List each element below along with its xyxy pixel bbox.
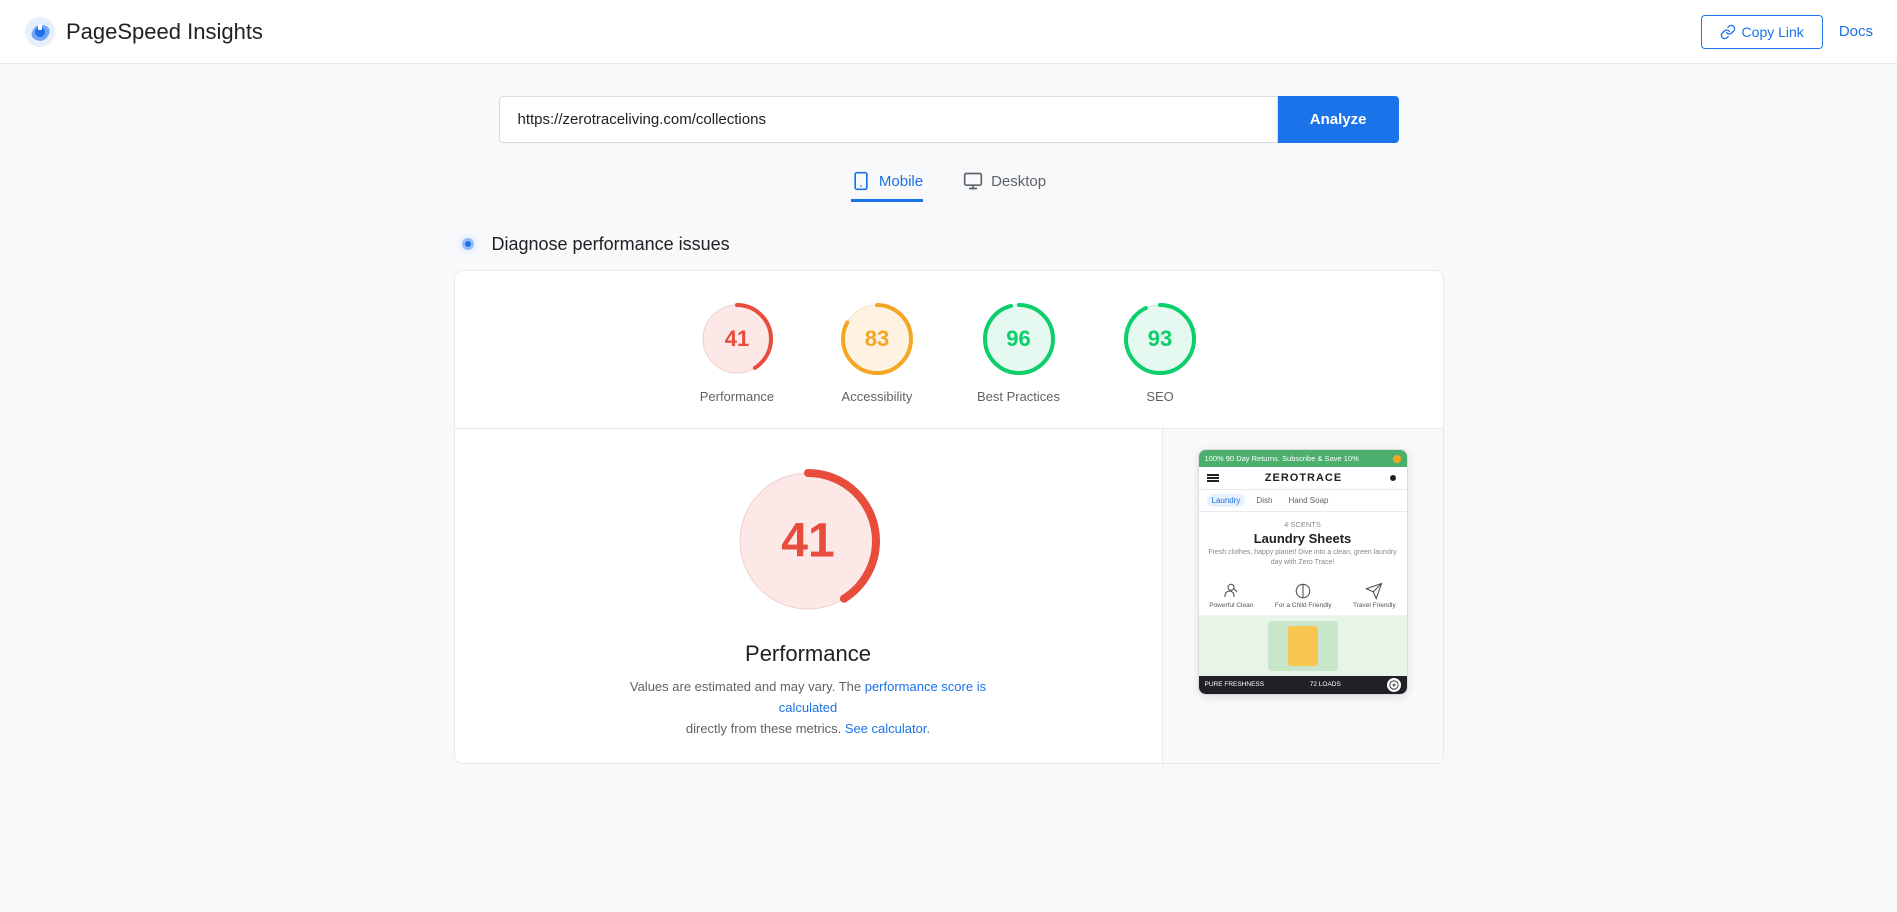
screenshot-panel: 100% 90 Day Returns. Subscribe & Save 10…: [1163, 429, 1443, 763]
phone-category-tabs: Laundry Dish Hand Soap: [1199, 490, 1407, 512]
score-value-best-practices: 96: [1006, 326, 1030, 352]
performance-note: Values are estimated and may vary. The p…: [628, 677, 988, 739]
copy-link-label: Copy Link: [1742, 24, 1804, 40]
big-score-value: 41: [781, 514, 834, 569]
score-value-accessibility: 83: [865, 326, 889, 352]
main-content: Analyze Mobile Desktop: [0, 64, 1897, 764]
circle-best-practices: 96: [979, 299, 1059, 379]
circle-performance: 41: [697, 299, 777, 379]
performance-detail: 41 Performance Values are estimated and …: [455, 429, 1163, 763]
big-circle-performance: 41: [728, 461, 888, 621]
circle-seo: 93: [1120, 299, 1200, 379]
phone-tab-handsoap: Hand Soap: [1283, 494, 1333, 507]
phone-product-title: Laundry Sheets: [1207, 531, 1399, 546]
app-title: PageSpeed Insights: [66, 19, 263, 45]
phone-promo-text: 100% 90 Day Returns. Subscribe & Save 10…: [1205, 454, 1359, 463]
score-label-accessibility: Accessibility: [842, 389, 913, 404]
score-item-accessibility[interactable]: 83 Accessibility: [837, 299, 917, 404]
phone-load-count: 72 LOADS: [1310, 681, 1341, 688]
phone-mockup: 100% 90 Day Returns. Subscribe & Save 10…: [1198, 449, 1408, 695]
score-value-performance: 41: [725, 326, 749, 352]
score-item-seo[interactable]: 93 SEO: [1120, 299, 1200, 404]
analyze-button[interactable]: Analyze: [1278, 96, 1399, 143]
phone-tab-laundry: Laundry: [1207, 494, 1246, 507]
see-calculator-link[interactable]: See calculator: [845, 721, 927, 736]
diagnose-row: Diagnose performance issues: [454, 230, 1444, 258]
score-label-seo: SEO: [1146, 389, 1173, 404]
phone-icon-travel: Travel Friendly: [1353, 582, 1396, 609]
phone-icon-child: For a Child Friendly: [1275, 582, 1332, 609]
tab-mobile[interactable]: Mobile: [851, 171, 923, 202]
diagnose-title: Diagnose performance issues: [492, 234, 730, 255]
phone-brand: ZEROTRACE: [1265, 472, 1342, 484]
phone-tab-dish: Dish: [1251, 494, 1277, 507]
phone-nav: ZEROTRACE: [1199, 467, 1407, 490]
score-value-seo: 93: [1148, 326, 1172, 352]
mobile-icon: [851, 171, 871, 191]
tab-mobile-label: Mobile: [879, 173, 923, 190]
phone-product-image: [1199, 616, 1407, 676]
desktop-icon: [963, 171, 983, 191]
score-card: 41 Performance 83 Accessibility: [454, 270, 1444, 764]
score-item-performance[interactable]: 41 Performance: [697, 299, 777, 404]
pagespeed-logo-icon: [24, 16, 56, 48]
header-right: Copy Link Docs: [1701, 15, 1873, 49]
phone-n-scents: 4 SCENTS: [1207, 520, 1399, 529]
phone-hero: 4 SCENTS Laundry Sheets Fresh clothes, h…: [1199, 512, 1407, 576]
phone-product-label: PURE FRESHNESS 72 LOADS: [1199, 676, 1407, 694]
url-input[interactable]: [499, 96, 1278, 143]
score-label-best-practices: Best Practices: [977, 389, 1060, 404]
url-bar-row: Analyze: [499, 96, 1399, 143]
tab-desktop-label: Desktop: [991, 173, 1046, 190]
phone-product-desc: Fresh clothes, happy planet! Dive into a…: [1207, 548, 1399, 568]
tab-desktop[interactable]: Desktop: [963, 171, 1046, 202]
phone-pure-freshness: PURE FRESHNESS: [1205, 681, 1265, 688]
score-circles-row: 41 Performance 83 Accessibility: [455, 299, 1443, 428]
diagnose-icon: [454, 230, 482, 258]
circle-accessibility: 83: [837, 299, 917, 379]
copy-link-button[interactable]: Copy Link: [1701, 15, 1823, 49]
device-tabs: Mobile Desktop: [851, 171, 1046, 202]
phone-top-bar: 100% 90 Day Returns. Subscribe & Save 10…: [1199, 450, 1407, 467]
phone-nav-dot: [1388, 473, 1398, 483]
lower-section: 41 Performance Values are estimated and …: [455, 429, 1443, 763]
performance-detail-title: Performance: [745, 641, 871, 667]
link-icon: [1720, 24, 1736, 40]
docs-link[interactable]: Docs: [1839, 23, 1873, 40]
phone-icons-row: Powerful Clean For a Child Friendly Trav…: [1199, 576, 1407, 616]
score-label-performance: Performance: [700, 389, 774, 404]
score-item-best-practices[interactable]: 96 Best Practices: [977, 299, 1060, 404]
header-left: PageSpeed Insights: [24, 16, 263, 48]
phone-icon-powerful: Powerful Clean: [1209, 582, 1253, 609]
header: PageSpeed Insights Copy Link Docs: [0, 0, 1897, 64]
